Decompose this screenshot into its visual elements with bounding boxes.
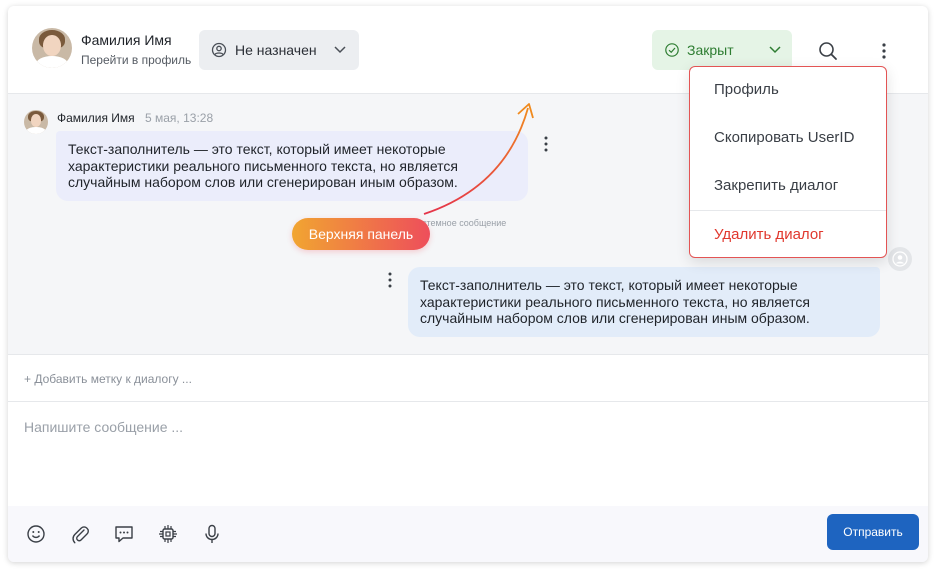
menu-item-delete-dialog[interactable]: Удалить диалог <box>714 226 824 243</box>
paperclip-icon[interactable] <box>68 522 92 546</box>
menu-divider <box>690 210 886 211</box>
dialog-label-row: + Добавить метку к диалогу ... <box>8 354 928 402</box>
composer-toolbar <box>8 506 928 562</box>
menu-item-pin-dialog[interactable]: Закрепить диалог <box>714 177 838 194</box>
chat-window: Фамилия Имя Перейти в профиль Не назначе… <box>8 6 928 562</box>
agent-avatar <box>888 247 912 271</box>
annotation-label: Верхняя панель <box>292 218 430 250</box>
user-placeholder-icon <box>892 251 908 267</box>
quick-reply-icon[interactable] <box>112 522 136 546</box>
menu-item-profile[interactable]: Профиль <box>714 81 779 98</box>
outgoing-message-bubble: Текст-заполнитель — это текст, который и… <box>408 267 880 337</box>
message-input-placeholder[interactable]: Напишите сообщение ... <box>24 419 183 435</box>
message-menu-icon[interactable] <box>384 270 396 290</box>
smile-icon[interactable] <box>24 522 48 546</box>
bot-icon[interactable] <box>156 522 180 546</box>
dialog-options-menu: Профиль Скопировать UserID Закрепить диа… <box>689 66 887 258</box>
microphone-icon[interactable] <box>200 522 224 546</box>
message-composer[interactable]: Напишите сообщение ... <box>8 402 928 506</box>
send-button[interactable]: Отправить <box>827 514 919 550</box>
menu-item-copy-userid[interactable]: Скопировать UserID <box>714 129 854 146</box>
add-label-link[interactable]: + Добавить метку к диалогу ... <box>24 372 192 386</box>
